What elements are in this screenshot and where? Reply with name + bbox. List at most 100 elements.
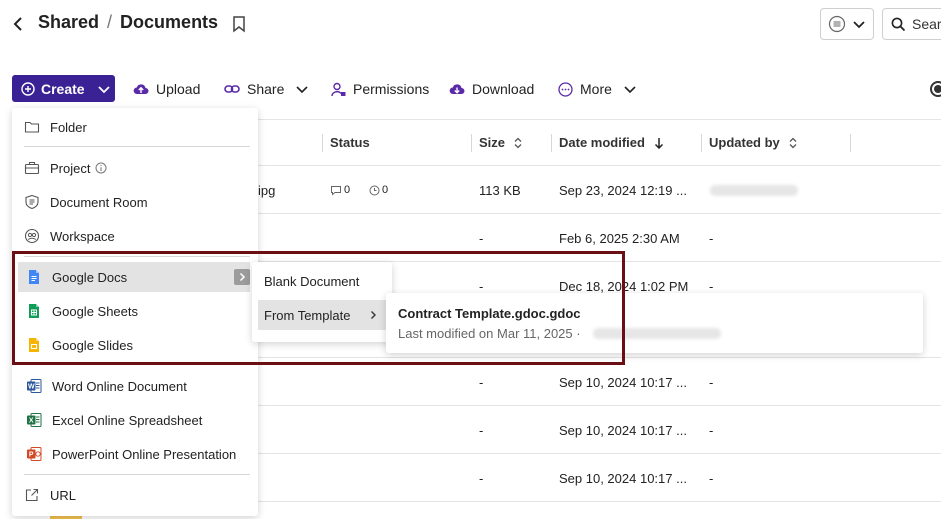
permissions-button[interactable]: Permissions bbox=[331, 78, 429, 100]
table-row[interactable]: ipg 0 0 113 KB Sep 23, 2024 12:19 ... bbox=[258, 166, 941, 213]
size-cell: - bbox=[479, 375, 484, 390]
size-cell: - bbox=[479, 279, 484, 294]
table-row[interactable]: - Sep 10, 2024 10:17 ... - bbox=[258, 358, 941, 405]
chevron-down-icon bbox=[296, 86, 308, 94]
menu-item-folder[interactable]: Folder bbox=[12, 112, 258, 142]
menu-item-excel-online[interactable]: X Excel Online Spreadsheet bbox=[12, 405, 258, 435]
menu-item-blank-document[interactable]: Blank Document bbox=[252, 266, 392, 296]
history-count: 0 bbox=[369, 184, 388, 196]
powerpoint-icon: P bbox=[27, 447, 42, 461]
svg-text:X: X bbox=[29, 418, 34, 425]
breadcrumb-documents: Documents bbox=[120, 12, 219, 32]
submenu-arrow bbox=[234, 269, 250, 285]
template-modified: Last modified on Mar 11, 2025 · bbox=[398, 326, 581, 341]
chevron-down-icon bbox=[97, 85, 110, 93]
excel-icon: X bbox=[27, 413, 42, 427]
updated-by-cell: - bbox=[709, 471, 714, 486]
create-menu: Folder Project Document Room Workspace G… bbox=[12, 108, 258, 516]
template-item[interactable]: Contract Template.gdoc.gdoc Last modifie… bbox=[386, 293, 923, 353]
toggle-switch[interactable] bbox=[930, 81, 941, 97]
menu-item-from-template[interactable]: From Template bbox=[258, 300, 386, 330]
column-size[interactable]: Size bbox=[479, 135, 523, 150]
chevron-down-icon bbox=[853, 21, 865, 29]
download-label: Download bbox=[472, 81, 535, 97]
menu-item-project[interactable]: Project bbox=[12, 153, 258, 183]
arrow-down-icon bbox=[654, 137, 663, 149]
updated-by-cell: - bbox=[709, 231, 714, 246]
upload-label: Upload bbox=[156, 81, 201, 97]
column-status[interactable]: Status bbox=[330, 135, 370, 150]
download-button[interactable]: Download bbox=[449, 78, 534, 100]
size-cell: - bbox=[479, 471, 484, 486]
bookmark-icon[interactable] bbox=[231, 15, 247, 33]
breadcrumb-shared[interactable]: Shared bbox=[38, 12, 99, 33]
menu-item-google-sheets[interactable]: Google Sheets bbox=[12, 296, 258, 326]
comment-count: 0 bbox=[330, 184, 350, 196]
sort-icon bbox=[514, 137, 522, 148]
redacted-user bbox=[593, 328, 721, 339]
create-button[interactable]: Create bbox=[12, 75, 115, 102]
menu-item-google-slides[interactable]: Google Slides bbox=[12, 330, 258, 360]
table-row[interactable]: - Feb 6, 2025 2:30 AM - bbox=[258, 214, 941, 261]
breadcrumb-separator: / bbox=[107, 12, 113, 32]
redacted-user bbox=[710, 185, 798, 196]
search-input[interactable]: Sear bbox=[882, 8, 941, 40]
more-label: More bbox=[580, 81, 612, 97]
search-icon bbox=[891, 17, 906, 31]
word-icon: W bbox=[27, 379, 42, 393]
column-date-modified[interactable]: Date modified bbox=[559, 135, 665, 150]
date-cell: Sep 10, 2024 10:17 ... bbox=[559, 423, 687, 438]
link-icon bbox=[224, 85, 240, 93]
chevron-right-icon bbox=[239, 272, 246, 282]
menu-item-document-room[interactable]: Document Room bbox=[12, 187, 258, 217]
updated-by-cell: - bbox=[709, 279, 714, 294]
breadcrumb: Shared / Documents bbox=[38, 12, 218, 33]
share-label: Share bbox=[247, 81, 285, 97]
more-button[interactable]: More bbox=[558, 78, 637, 100]
updated-by-cell: - bbox=[709, 423, 714, 438]
chevron-down-icon bbox=[624, 86, 636, 94]
google-docs-submenu: Blank Document From Template bbox=[252, 262, 392, 342]
menu-item-url[interactable]: URL bbox=[12, 480, 258, 510]
create-label: Create bbox=[41, 80, 85, 97]
menu-item-google-docs[interactable]: Google Docs bbox=[18, 262, 250, 292]
cloud-download-icon bbox=[449, 84, 465, 95]
folder-icon bbox=[24, 121, 40, 133]
user-lock-icon bbox=[331, 82, 346, 96]
share-button[interactable]: Share bbox=[224, 78, 309, 100]
google-docs-icon bbox=[29, 270, 39, 284]
cloud-upload-icon bbox=[133, 84, 149, 95]
comment-icon bbox=[331, 185, 341, 196]
template-name: Contract Template.gdoc.gdoc bbox=[398, 306, 581, 321]
updated-by-cell: - bbox=[709, 375, 714, 390]
permissions-label: Permissions bbox=[353, 81, 430, 97]
column-updated-by[interactable]: Updated by bbox=[709, 135, 798, 150]
svg-text:W: W bbox=[28, 384, 35, 391]
date-cell: Feb 6, 2025 2:30 AM bbox=[559, 231, 680, 246]
shield-icon bbox=[25, 194, 39, 210]
chevron-right-icon bbox=[371, 311, 376, 319]
search-placeholder: Sear bbox=[912, 16, 941, 32]
clock-icon bbox=[369, 185, 380, 195]
menu-item-word-online[interactable]: W Word Online Document bbox=[12, 371, 258, 401]
date-cell: Sep 10, 2024 10:17 ... bbox=[559, 471, 687, 486]
size-cell: 113 KB bbox=[479, 183, 521, 198]
plus-circle-icon bbox=[21, 81, 35, 96]
external-link-icon bbox=[25, 488, 39, 502]
view-selector[interactable] bbox=[820, 8, 874, 40]
table-row[interactable]: - Sep 10, 2024 10:17 ... - bbox=[258, 454, 941, 501]
date-cell: Sep 10, 2024 10:17 ... bbox=[559, 375, 687, 390]
info-icon bbox=[95, 162, 107, 174]
size-cell: - bbox=[479, 423, 484, 438]
sort-icon bbox=[789, 137, 797, 148]
upload-button[interactable]: Upload bbox=[133, 78, 200, 100]
template-submenu: Contract Template.gdoc.gdoc Last modifie… bbox=[386, 293, 923, 353]
menu-item-powerpoint-online[interactable]: P PowerPoint Online Presentation bbox=[12, 439, 258, 469]
size-cell: - bbox=[479, 231, 484, 246]
briefcase-icon bbox=[24, 161, 40, 175]
google-sheets-icon bbox=[29, 304, 39, 318]
menu-item-workspace[interactable]: Workspace bbox=[12, 221, 258, 251]
table-row[interactable]: - Sep 10, 2024 10:17 ... - bbox=[258, 406, 941, 453]
back-arrow-icon[interactable] bbox=[8, 14, 28, 34]
list-view-icon bbox=[828, 15, 845, 33]
